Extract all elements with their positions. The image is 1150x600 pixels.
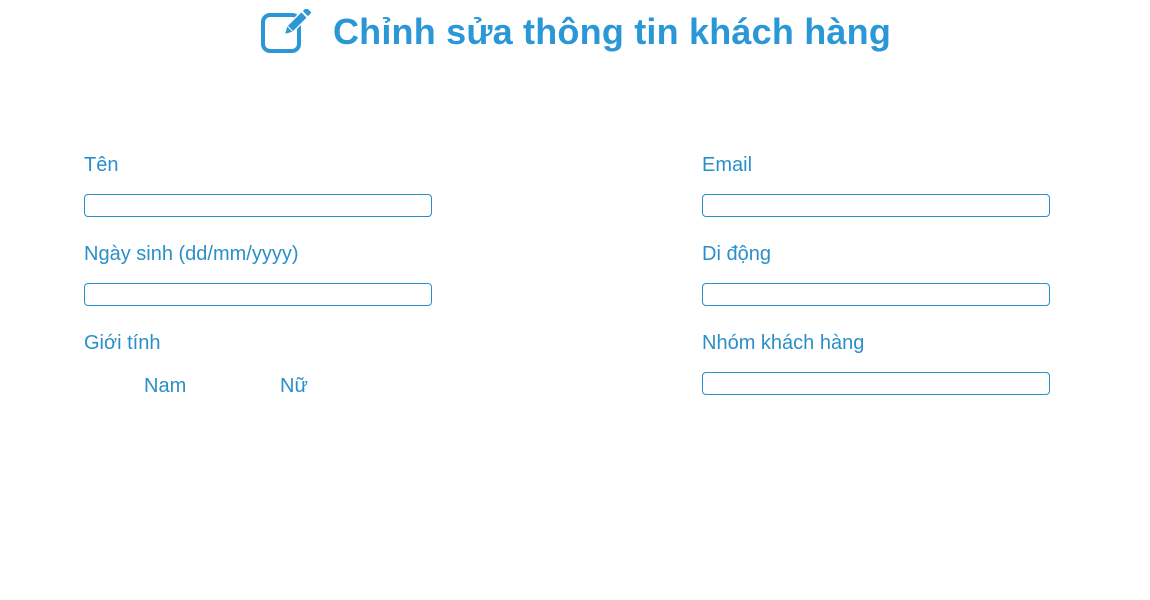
edit-icon bbox=[259, 8, 317, 56]
birthday-label: Ngày sinh (dd/mm/yyyy) bbox=[84, 243, 299, 265]
page-title: Chỉnh sửa thông tin khách hàng bbox=[332, 11, 892, 52]
email-field-group: Email bbox=[702, 150, 1050, 239]
gender-option-female[interactable]: Nữ bbox=[280, 371, 308, 401]
gender-field-group: Giới tính Nam Nữ bbox=[84, 328, 432, 417]
gender-radio-group: Nam Nữ bbox=[84, 371, 432, 401]
gender-option-male[interactable]: Nam bbox=[144, 371, 186, 401]
mobile-label: Di động bbox=[702, 243, 771, 265]
mobile-input[interactable] bbox=[702, 283, 1050, 306]
email-input[interactable] bbox=[702, 194, 1050, 217]
name-label: Tên bbox=[84, 154, 119, 176]
birthday-field-group: Ngày sinh (dd/mm/yyyy) bbox=[84, 239, 432, 328]
form-left-column: Tên Ngày sinh (dd/mm/yyyy) Giới tính Nam… bbox=[84, 150, 432, 417]
mobile-field-group: Di động bbox=[702, 239, 1050, 328]
form-right-column: Email Di động Nhóm khách hàng bbox=[702, 150, 1050, 417]
customer-group-label: Nhóm khách hàng bbox=[702, 332, 865, 354]
name-input[interactable] bbox=[84, 194, 432, 217]
customer-group-input[interactable] bbox=[702, 372, 1050, 395]
page-header: Chỉnh sửa thông tin khách hàng bbox=[0, 8, 1150, 56]
email-label: Email bbox=[702, 154, 753, 176]
customer-group-field-group: Nhóm khách hàng bbox=[702, 328, 1050, 417]
gender-label: Giới tính bbox=[84, 332, 161, 354]
birthday-input[interactable] bbox=[84, 283, 432, 306]
name-field-group: Tên bbox=[84, 150, 432, 239]
